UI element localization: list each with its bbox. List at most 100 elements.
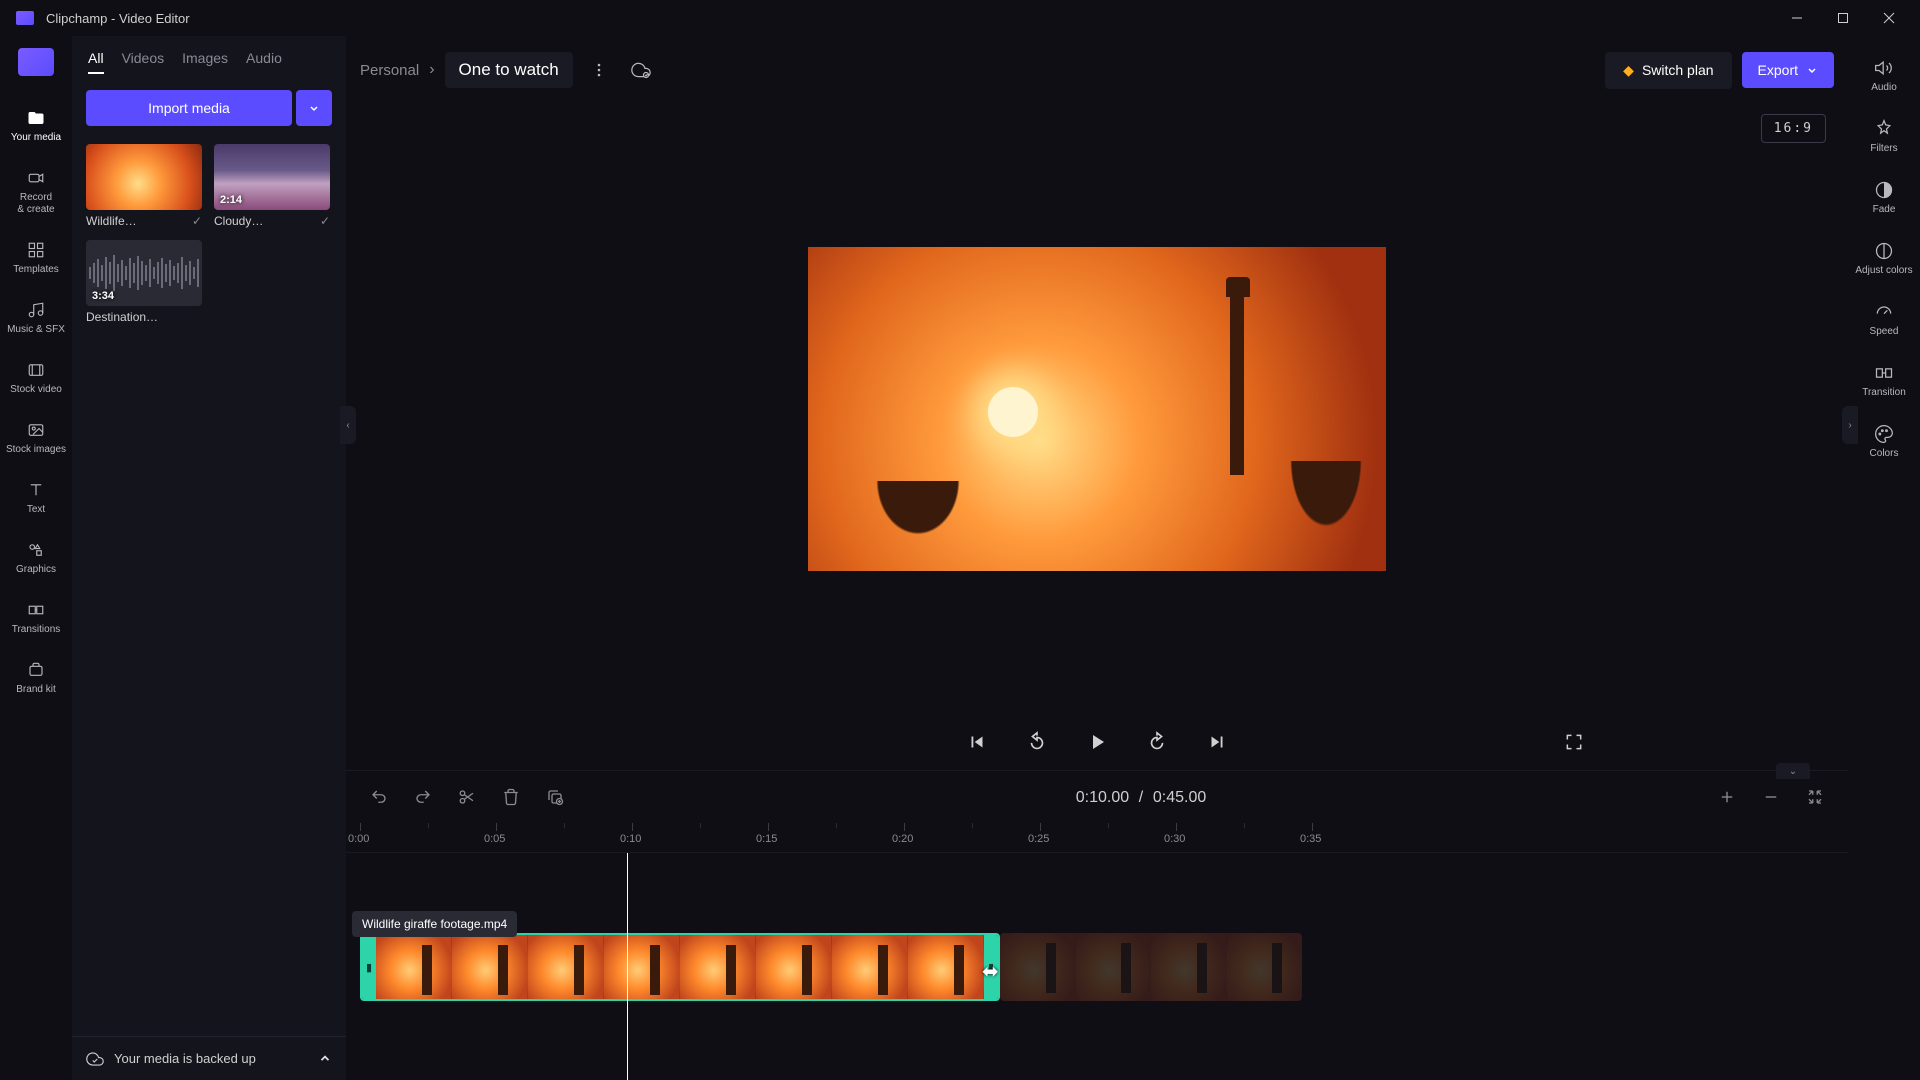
folder-icon — [26, 108, 46, 128]
split-button[interactable] — [448, 778, 486, 816]
rail-music-sfx[interactable]: Music & SFX — [0, 290, 72, 346]
seek-back-button[interactable] — [1021, 726, 1053, 758]
zoom-in-button[interactable] — [1708, 778, 1746, 816]
media-item-cloudy[interactable]: 2:14 Cloudy… ✓ — [214, 144, 330, 228]
chevron-down-icon — [1806, 64, 1818, 76]
titlebar: Clipchamp - Video Editor — [0, 0, 1920, 36]
rail-stock-images[interactable]: Stock images — [0, 410, 72, 466]
duplicate-button[interactable] — [536, 778, 574, 816]
more-options-button[interactable] — [583, 54, 615, 86]
zoom-out-button[interactable] — [1752, 778, 1790, 816]
timeline-tracks[interactable]: Wildlife giraffe footage.mp4 ▮ ▮ ⬌ — [346, 853, 1848, 1080]
clipchamp-logo-icon[interactable] — [18, 48, 54, 76]
transition-icon — [1874, 363, 1894, 383]
music-icon — [26, 300, 46, 320]
media-panel: All Videos Images Audio Import media Wil… — [72, 36, 346, 1080]
seek-forward-button[interactable] — [1141, 726, 1173, 758]
redo-button[interactable] — [404, 778, 442, 816]
speaker-icon — [1874, 58, 1894, 78]
shapes-icon — [26, 540, 46, 560]
aspect-ratio-button[interactable]: 16:9 — [1761, 114, 1826, 143]
fit-timeline-button[interactable] — [1796, 778, 1834, 816]
close-button[interactable] — [1866, 0, 1912, 36]
collapse-timeline-button[interactable]: ⌄ — [1776, 763, 1810, 779]
media-tab-all[interactable]: All — [88, 50, 104, 74]
timeline-clip[interactable]: ▮ ▮ — [360, 933, 1000, 1001]
chevron-right-icon: › — [429, 61, 434, 79]
palette-icon — [1874, 424, 1894, 444]
camera-icon — [26, 168, 46, 188]
rail-your-media[interactable]: Your media — [0, 98, 72, 154]
breadcrumb-personal[interactable]: Personal — [360, 62, 419, 79]
timeline-section: ⌄ 0:10.00 / 0:45.00 — [346, 770, 1848, 1080]
collapse-media-panel-button[interactable]: ‹ — [340, 406, 356, 444]
templates-icon — [26, 240, 46, 260]
filters-icon — [1874, 119, 1894, 139]
playhead[interactable] — [627, 853, 628, 1080]
switch-plan-button[interactable]: ◆ Switch plan — [1605, 52, 1731, 89]
clip-handle-right[interactable]: ▮ — [984, 935, 998, 999]
rail-stock-video[interactable]: Stock video — [0, 350, 72, 406]
topbar: Personal › One to watch ◆ Switch plan Ex… — [346, 36, 1848, 104]
play-button[interactable] — [1081, 726, 1113, 758]
delete-button[interactable] — [492, 778, 530, 816]
timeline-time-display: 0:10.00 / 0:45.00 — [1076, 787, 1207, 807]
preview-area: 16:9 — [346, 104, 1848, 714]
rail-templates[interactable]: Templates — [0, 230, 72, 286]
clip-ghost-trimmed — [1000, 933, 1302, 1001]
playback-controls — [346, 714, 1848, 770]
rail-brand-kit[interactable]: Brand kit — [0, 650, 72, 706]
check-icon: ✓ — [320, 214, 330, 228]
undo-button[interactable] — [360, 778, 398, 816]
fullscreen-button[interactable] — [1558, 726, 1590, 758]
chevron-up-icon — [318, 1052, 332, 1066]
media-thumbnail: 3:34 — [86, 240, 202, 306]
app-logo-icon — [16, 11, 34, 25]
preview-video[interactable] — [808, 247, 1386, 571]
window-title: Clipchamp - Video Editor — [46, 11, 190, 26]
media-item-destination[interactable]: 3:34 Destination… — [86, 240, 202, 324]
media-tab-videos[interactable]: Videos — [122, 50, 165, 74]
film-icon — [26, 360, 46, 380]
waveform-icon — [89, 253, 199, 293]
rail-transitions[interactable]: Transitions — [0, 590, 72, 646]
project-title-input[interactable]: One to watch — [445, 52, 573, 88]
speed-icon — [1874, 302, 1894, 322]
rr-audio[interactable]: Audio — [1848, 48, 1920, 103]
collapse-right-rail-button[interactable]: › — [1842, 406, 1858, 444]
clip-handle-left[interactable]: ▮ — [362, 935, 376, 999]
check-icon: ✓ — [192, 214, 202, 228]
rr-adjust-colors[interactable]: Adjust colors — [1848, 231, 1920, 286]
backup-status-bar[interactable]: Your media is backed up — [72, 1036, 346, 1080]
rail-record-create[interactable]: Record & create — [0, 158, 72, 226]
cloud-sync-button[interactable] — [625, 54, 657, 86]
timeline-ruler[interactable]: 0:00 0:05 0:10 0:15 0:20 0:25 0:30 0:35 — [346, 823, 1848, 853]
minimize-button[interactable] — [1774, 0, 1820, 36]
right-rail: › Audio Filters Fade Adjust colors Speed… — [1848, 36, 1920, 1080]
rr-speed[interactable]: Speed — [1848, 292, 1920, 347]
skip-end-button[interactable] — [1201, 726, 1233, 758]
skip-start-button[interactable] — [961, 726, 993, 758]
media-item-wildlife[interactable]: Wildlife… ✓ — [86, 144, 202, 228]
brand-kit-icon — [26, 660, 46, 680]
maximize-button[interactable] — [1820, 0, 1866, 36]
adjust-icon — [1874, 241, 1894, 261]
backup-text: Your media is backed up — [114, 1051, 256, 1066]
image-icon — [26, 420, 46, 440]
media-tab-images[interactable]: Images — [182, 50, 228, 74]
rr-fade[interactable]: Fade — [1848, 170, 1920, 225]
rail-graphics[interactable]: Graphics — [0, 530, 72, 586]
rail-text[interactable]: Text — [0, 470, 72, 526]
rr-transition[interactable]: Transition — [1848, 353, 1920, 408]
export-button[interactable]: Export — [1742, 52, 1834, 88]
media-thumbnail: 2:14 — [214, 144, 330, 210]
transitions-icon — [26, 600, 46, 620]
clip-tooltip: Wildlife giraffe footage.mp4 — [352, 911, 517, 937]
fade-icon — [1874, 180, 1894, 200]
import-media-dropdown[interactable] — [296, 90, 332, 126]
rr-filters[interactable]: Filters — [1848, 109, 1920, 164]
rr-colors[interactable]: Colors — [1848, 414, 1920, 469]
media-tab-audio[interactable]: Audio — [246, 50, 282, 74]
import-media-button[interactable]: Import media — [86, 90, 292, 126]
text-icon — [26, 480, 46, 500]
